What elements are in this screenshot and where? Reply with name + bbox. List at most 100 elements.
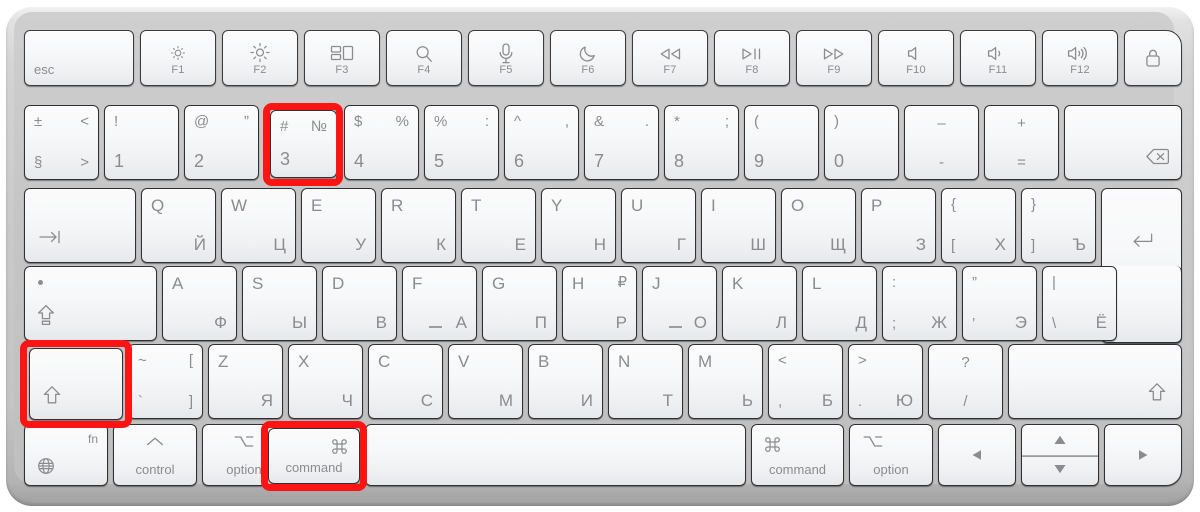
key-command-left[interactable]: command <box>268 428 360 484</box>
key-7-top-right: . <box>644 113 649 130</box>
key-shift-right[interactable] <box>1008 344 1182 419</box>
key-f12-label: F12 <box>1070 64 1090 76</box>
key-comma[interactable]: < , Б <box>768 344 843 419</box>
key-control-left[interactable]: control <box>113 424 197 486</box>
key-z[interactable]: Z Я <box>208 344 283 419</box>
key-quote[interactable]: ” ’ Э <box>962 266 1037 341</box>
key-6-top-left: ^ <box>514 113 522 130</box>
key-period[interactable]: > . Ю <box>848 344 923 419</box>
key-f5[interactable]: F5 <box>468 30 544 86</box>
key-arrow-right[interactable] <box>1104 424 1182 486</box>
key-f8[interactable]: F8 <box>714 30 790 86</box>
key-j[interactable]: J О <box>642 266 717 341</box>
key-9-top-left: ( <box>754 113 759 130</box>
key-6[interactable]: ^ , 6 <box>504 105 579 180</box>
key-section-bottom-left: § <box>34 154 43 171</box>
key-l[interactable]: L Д <box>802 266 877 341</box>
key-f9[interactable]: F9 <box>796 30 872 86</box>
key-5[interactable]: % : 5 <box>424 105 499 180</box>
key-y[interactable]: Y Н <box>541 188 616 263</box>
key-shift-left[interactable] <box>29 348 123 420</box>
key-minus[interactable]: – - <box>904 105 979 180</box>
key-equal[interactable]: + = <box>984 105 1059 180</box>
key-arrow-left[interactable] <box>938 424 1016 486</box>
key-space[interactable] <box>365 424 746 486</box>
key-arrow-up[interactable] <box>1021 424 1099 486</box>
key-t[interactable]: T Е <box>461 188 536 263</box>
key-command-right[interactable]: command <box>751 424 844 486</box>
key-f6[interactable]: F6 <box>550 30 626 86</box>
do-not-disturb-moon-icon <box>579 44 598 63</box>
key-f3[interactable]: F3 <box>304 30 380 86</box>
key-f[interactable]: F А <box>402 266 477 341</box>
key-i[interactable]: I Ш <box>701 188 776 263</box>
key-touch-id[interactable] <box>1124 30 1182 86</box>
key-f1[interactable]: F1 <box>140 30 216 86</box>
key-f7[interactable]: F7 <box>632 30 708 86</box>
key-b[interactable]: B И <box>528 344 603 419</box>
key-caps-lock[interactable] <box>24 266 157 341</box>
key-semicolon[interactable]: : ; Ж <box>882 266 957 341</box>
key-0[interactable]: ) 0 <box>824 105 899 180</box>
key-2-bottom-left: 2 <box>194 151 205 171</box>
key-1[interactable]: ! 1 <box>104 105 179 180</box>
key-k[interactable]: K Л <box>722 266 797 341</box>
key-r[interactable]: R К <box>381 188 456 263</box>
key-bracket-left[interactable]: { [ Х <box>941 188 1016 263</box>
key-7[interactable]: & . 7 <box>584 105 659 180</box>
key-fn[interactable]: fn <box>24 424 108 486</box>
key-4-top-left: $ <box>354 113 363 130</box>
key-a[interactable]: A Ф <box>162 266 237 341</box>
key-esc[interactable]: esc <box>24 30 134 86</box>
key-4[interactable]: $ % 4 <box>344 105 419 180</box>
key-s[interactable]: S Ы <box>242 266 317 341</box>
key-backslash[interactable]: | \ Ё <box>1042 266 1117 341</box>
key-w-latin: W <box>231 196 248 215</box>
key-c-latin: C <box>378 352 391 371</box>
key-grave[interactable]: ~ [ ` ] <box>128 344 203 419</box>
key-f11[interactable]: F11 <box>960 30 1036 86</box>
key-h[interactable]: H ₽ Р <box>562 266 637 341</box>
key-3[interactable]: # № 3 <box>270 110 337 178</box>
key-3-bottom-left: 3 <box>280 149 291 169</box>
key-e[interactable]: E У <box>301 188 376 263</box>
key-2[interactable]: @ ” 2 <box>184 105 259 180</box>
key-delete[interactable] <box>1064 105 1182 180</box>
key-p[interactable]: P З <box>861 188 936 263</box>
fast-forward-icon <box>821 47 847 61</box>
key-g[interactable]: G П <box>482 266 557 341</box>
key-f12[interactable]: F12 <box>1042 30 1118 86</box>
key-tab[interactable] <box>24 188 136 263</box>
key-f10[interactable]: F10 <box>878 30 954 86</box>
key-minus-top: – <box>937 115 946 132</box>
key-q[interactable]: Q Й <box>141 188 216 263</box>
key-v[interactable]: V М <box>448 344 523 419</box>
key-8[interactable]: * ; 8 <box>664 105 739 180</box>
key-0-bottom-left: 0 <box>834 151 845 171</box>
key-option-right[interactable]: option <box>849 424 933 486</box>
key-grave-top-left: ~ <box>138 352 147 369</box>
key-f4[interactable]: F4 <box>386 30 462 86</box>
shift-arrow-icon <box>1147 382 1167 402</box>
key-d[interactable]: D В <box>322 266 397 341</box>
key-m[interactable]: M Ь <box>688 344 763 419</box>
key-comma-bottom: , <box>778 393 783 410</box>
key-section[interactable]: ± < § > <box>24 105 99 180</box>
key-v-cyrillic: М <box>498 391 513 410</box>
key-bracket-right[interactable]: } ] Ъ <box>1021 188 1096 263</box>
key-w[interactable]: W Ц <box>221 188 296 263</box>
key-c[interactable]: C С <box>368 344 443 419</box>
key-t-latin: T <box>471 196 482 215</box>
key-f2[interactable]: F2 <box>222 30 298 86</box>
key-x[interactable]: X Ч <box>288 344 363 419</box>
key-n[interactable]: N Т <box>608 344 683 419</box>
key-equal-bottom: = <box>1017 154 1026 171</box>
key-slash[interactable]: ? / <box>928 344 1003 419</box>
key-section-top-right: < <box>80 113 89 130</box>
key-comma-cyrillic: Б <box>821 391 833 410</box>
key-u[interactable]: U Г <box>621 188 696 263</box>
key-section-top-left: ± <box>34 113 43 130</box>
key-r-latin: R <box>391 196 404 215</box>
key-9[interactable]: ( 9 <box>744 105 819 180</box>
key-o[interactable]: O Щ <box>781 188 856 263</box>
